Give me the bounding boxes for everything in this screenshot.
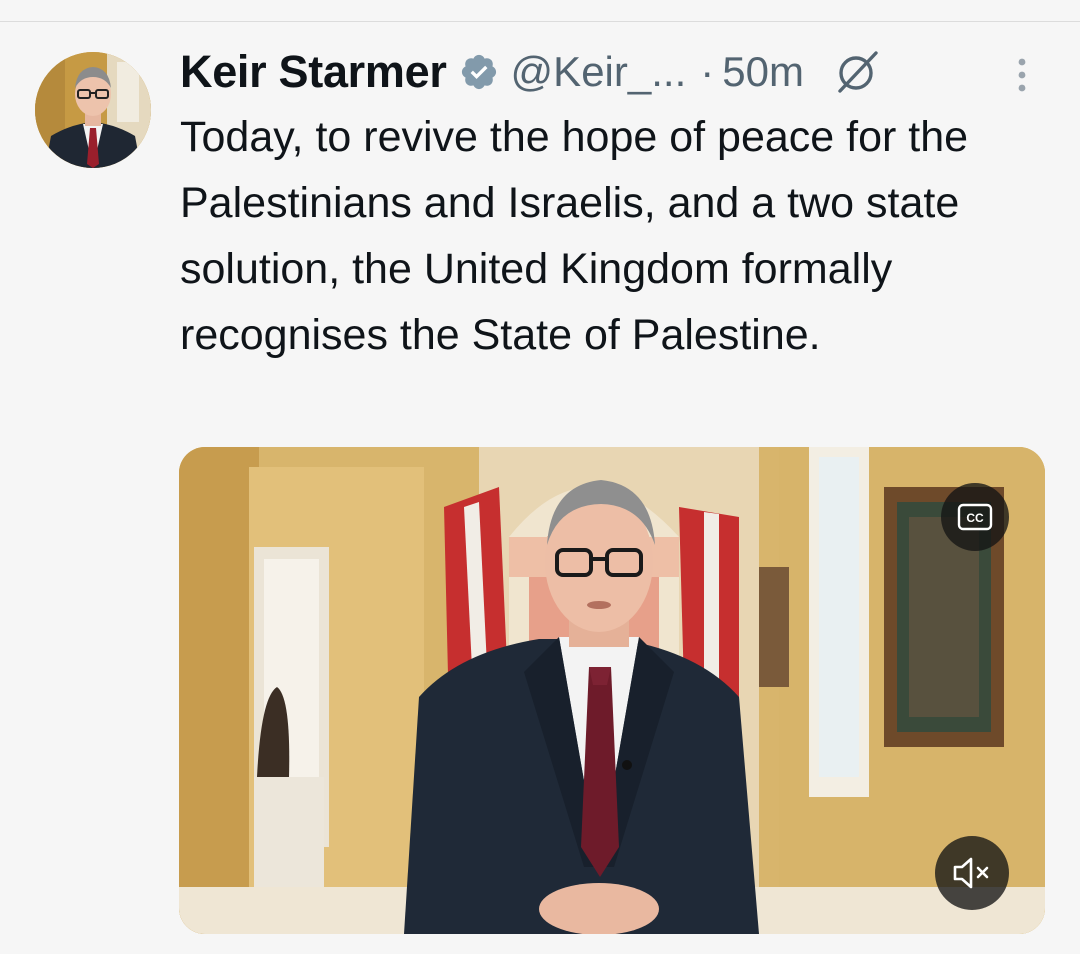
captions-button[interactable]: CC (941, 483, 1009, 551)
closed-captions-icon: CC (957, 503, 993, 531)
tweet-timestamp[interactable]: 50m (722, 48, 804, 96)
more-vertical-icon[interactable] (1010, 56, 1034, 96)
author-handle[interactable]: @Keir_... (511, 48, 687, 96)
tweet-video[interactable]: CC (179, 447, 1045, 934)
author-display-name[interactable]: Keir Starmer (180, 46, 447, 98)
tweet[interactable]: Keir Starmer @Keir_... · 50m Today, to r… (0, 0, 1080, 954)
video-frame (179, 447, 1045, 934)
verified-badge-icon[interactable] (459, 52, 499, 92)
tweet-text: Today, to revive the hope of peace for t… (180, 113, 969, 359)
volume-muted-icon (953, 857, 989, 889)
captions-label: CC (966, 511, 984, 525)
separator-dot: · (700, 48, 715, 95)
avatar-image (35, 52, 151, 168)
mute-button[interactable] (935, 836, 1009, 910)
grok-icon[interactable] (832, 47, 882, 97)
author-avatar[interactable] (35, 52, 151, 168)
tweet-header: Keir Starmer @Keir_... · 50m (180, 44, 882, 100)
